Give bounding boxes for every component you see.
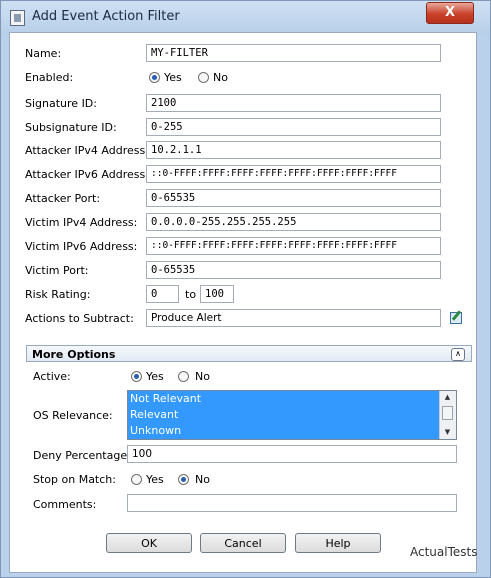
stop-no-radio[interactable] — [178, 474, 189, 485]
dialog-window: Add Event Action Filter X Name: MY-FILTE… — [0, 0, 491, 578]
attacker-port-input[interactable]: 0-65535 — [146, 189, 441, 207]
attacker-ipv6-label: Attacker IPv6 Address: — [25, 168, 149, 181]
list-item[interactable]: Unknown — [128, 423, 456, 439]
actions-label: Actions to Subtract: — [25, 312, 134, 325]
deny-percentage-label: Deny Percentage: — [33, 449, 131, 462]
victim-port-input[interactable]: 0-65535 — [146, 261, 441, 279]
cancel-button[interactable]: Cancel — [200, 533, 286, 553]
victim-ipv6-input[interactable]: ::0-FFFF:FFFF:FFFF:FFFF:FFFF:FFFF:FFFF:F… — [146, 237, 441, 255]
subsignature-id-label: Subsignature ID: — [25, 121, 117, 134]
watermark-text: ActualTests — [410, 545, 478, 559]
name-label: Name: — [25, 47, 62, 60]
enabled-yes-label[interactable]: Yes — [164, 71, 182, 84]
close-button[interactable]: X — [426, 2, 474, 24]
risk-rating-max-input[interactable]: 100 — [200, 285, 234, 303]
window-icon — [10, 10, 25, 26]
enabled-label: Enabled: — [25, 71, 74, 84]
active-label: Active: — [33, 370, 71, 383]
attacker-port-label: Attacker Port: — [25, 192, 101, 205]
attacker-ipv6-input[interactable]: ::0-FFFF:FFFF:FFFF:FFFF:FFFF:FFFF:FFFF:F… — [146, 165, 441, 183]
active-no-radio[interactable] — [178, 371, 189, 382]
risk-rating-to-label: to — [185, 288, 197, 301]
edit-icon[interactable] — [450, 312, 462, 324]
attacker-ipv4-label: Attacker IPv4 Address: — [25, 144, 149, 157]
name-input[interactable]: MY-FILTER — [146, 44, 441, 62]
list-scrollbar[interactable]: ▲ ▼ — [439, 391, 456, 439]
scroll-down-icon[interactable]: ▼ — [442, 427, 453, 437]
help-button[interactable]: Help — [295, 533, 381, 553]
actions-input: Produce Alert — [146, 309, 441, 327]
title-bar[interactable]: Add Event Action Filter X — [1, 1, 490, 35]
collapse-icon[interactable]: ∧ — [451, 348, 465, 361]
window-title: Add Event Action Filter — [32, 9, 180, 24]
victim-ipv4-label: Victim IPv4 Address: — [25, 216, 138, 229]
list-item[interactable]: Not Relevant — [128, 391, 456, 407]
stop-no-label[interactable]: No — [195, 473, 210, 486]
victim-port-label: Victim Port: — [25, 264, 89, 277]
list-item[interactable]: Relevant — [128, 407, 456, 423]
stop-on-match-label: Stop on Match: — [33, 473, 116, 486]
signature-id-label: Signature ID: — [25, 97, 97, 110]
attacker-ipv4-input[interactable]: 10.2.1.1 — [146, 141, 441, 159]
enabled-no-radio[interactable] — [198, 72, 209, 83]
victim-ipv6-label: Victim IPv6 Address: — [25, 240, 138, 253]
comments-label: Comments: — [33, 498, 97, 511]
deny-percentage-input[interactable]: 100 — [127, 445, 457, 463]
active-yes-radio[interactable] — [131, 371, 142, 382]
os-relevance-list[interactable]: Not Relevant Relevant Unknown ▲ ▼ — [127, 390, 457, 440]
risk-rating-label: Risk Rating: — [25, 288, 91, 301]
comments-input[interactable] — [127, 494, 457, 512]
ok-button[interactable]: OK — [106, 533, 192, 553]
enabled-no-label[interactable]: No — [213, 71, 228, 84]
stop-yes-label[interactable]: Yes — [146, 473, 164, 486]
active-yes-label[interactable]: Yes — [146, 370, 164, 383]
active-no-label[interactable]: No — [195, 370, 210, 383]
signature-id-input[interactable]: 2100 — [146, 94, 441, 112]
os-relevance-label: OS Relevance: — [33, 409, 113, 422]
scroll-thumb[interactable] — [442, 406, 453, 420]
more-options-title: More Options — [32, 348, 116, 361]
more-options-header[interactable]: More Options ∧ — [26, 345, 472, 362]
victim-ipv4-input[interactable]: 0.0.0.0-255.255.255.255 — [146, 213, 441, 231]
subsignature-id-input[interactable]: 0-255 — [146, 118, 441, 136]
risk-rating-min-input[interactable]: 0 — [146, 285, 179, 303]
scroll-up-icon[interactable]: ▲ — [442, 392, 453, 402]
stop-yes-radio[interactable] — [131, 474, 142, 485]
enabled-yes-radio[interactable] — [149, 72, 160, 83]
dialog-content: Name: MY-FILTER Enabled: Yes No Signatur… — [9, 32, 477, 573]
